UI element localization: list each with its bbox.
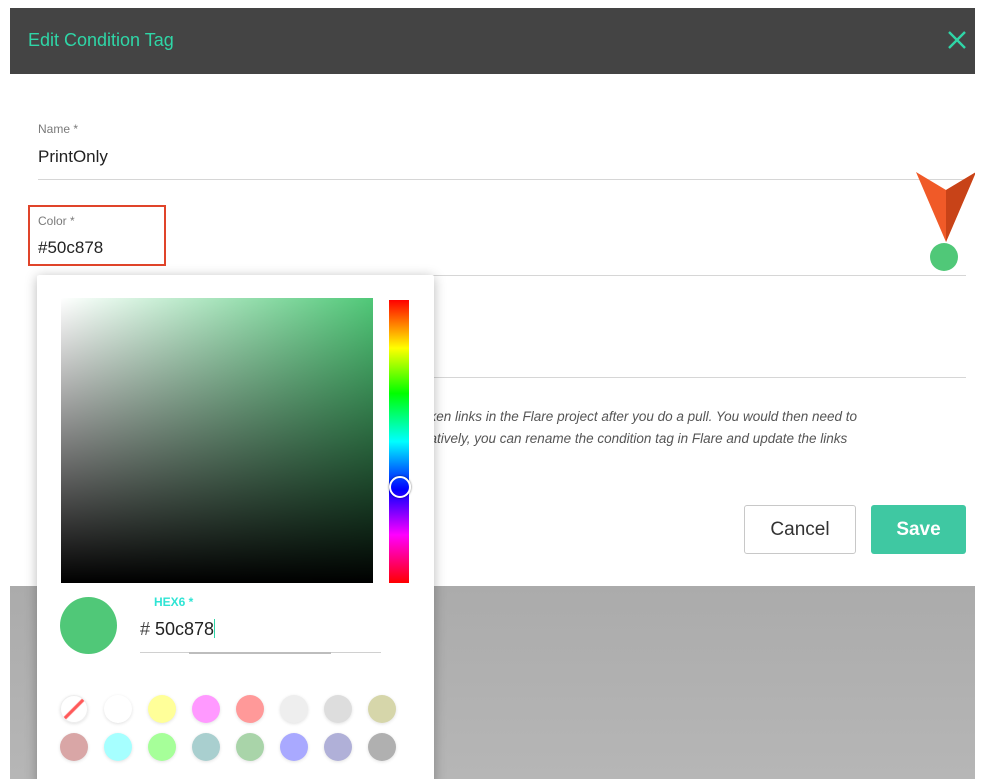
modal-backdrop: Edit Condition Tag Name * PrintOnly Colo…	[10, 8, 975, 779]
cancel-button[interactable]: Cancel	[744, 505, 856, 554]
preset-color-swatch[interactable]	[60, 733, 88, 761]
name-field-label: Name *	[38, 122, 79, 136]
dialog-title: Edit Condition Tag	[28, 30, 174, 50]
hue-slider[interactable]	[389, 300, 409, 583]
hue-slider-handle[interactable]	[389, 476, 411, 498]
pointer-arrow-icon	[916, 172, 975, 242]
preset-color-swatch[interactable]	[280, 733, 308, 761]
color-field[interactable]: #50c878	[38, 238, 103, 258]
preset-color-swatch[interactable]	[324, 733, 352, 761]
color-preview	[60, 597, 117, 654]
preset-color-swatch[interactable]	[280, 695, 308, 723]
dialog-header: Edit Condition Tag	[10, 8, 975, 74]
no-color-swatch[interactable]	[60, 695, 88, 723]
hex-prefix: #	[140, 619, 151, 639]
hex-value: 50c878	[155, 619, 215, 639]
preset-color-swatch[interactable]	[104, 695, 132, 723]
text-caret	[214, 619, 216, 638]
close-button[interactable]	[943, 26, 971, 54]
preset-color-swatch[interactable]	[104, 733, 132, 761]
preset-color-swatch[interactable]	[148, 695, 176, 723]
hex-field-label: HEX6 *	[154, 595, 194, 609]
info-text: oken links in the Flare project after yo…	[422, 406, 857, 450]
info-text-line-1: oken links in the Flare project after yo…	[422, 409, 858, 424]
preset-color-swatch[interactable]	[192, 695, 220, 723]
saturation-value-area[interactable]	[61, 298, 373, 583]
hex-input[interactable]: #50c878	[140, 619, 216, 640]
hex-input-focus-line	[189, 652, 331, 654]
color-field-label: Color *	[38, 214, 75, 228]
preset-color-swatch[interactable]	[236, 695, 264, 723]
color-swatch[interactable]	[930, 243, 958, 271]
color-picker-popup: HEX6 * #50c878	[37, 275, 434, 779]
preset-color-swatch[interactable]	[192, 733, 220, 761]
name-field[interactable]: PrintOnly	[38, 147, 108, 167]
close-icon	[948, 31, 966, 49]
info-text-line-2: natively, you can rename the condition t…	[422, 431, 848, 446]
save-button[interactable]: Save	[871, 505, 966, 554]
preset-color-swatch[interactable]	[148, 733, 176, 761]
name-field-underline	[38, 179, 966, 180]
preset-color-swatch[interactable]	[368, 695, 396, 723]
preset-color-swatch[interactable]	[236, 733, 264, 761]
preset-color-swatch[interactable]	[324, 695, 352, 723]
field-underline	[422, 377, 966, 378]
preset-color-swatch[interactable]	[368, 733, 396, 761]
